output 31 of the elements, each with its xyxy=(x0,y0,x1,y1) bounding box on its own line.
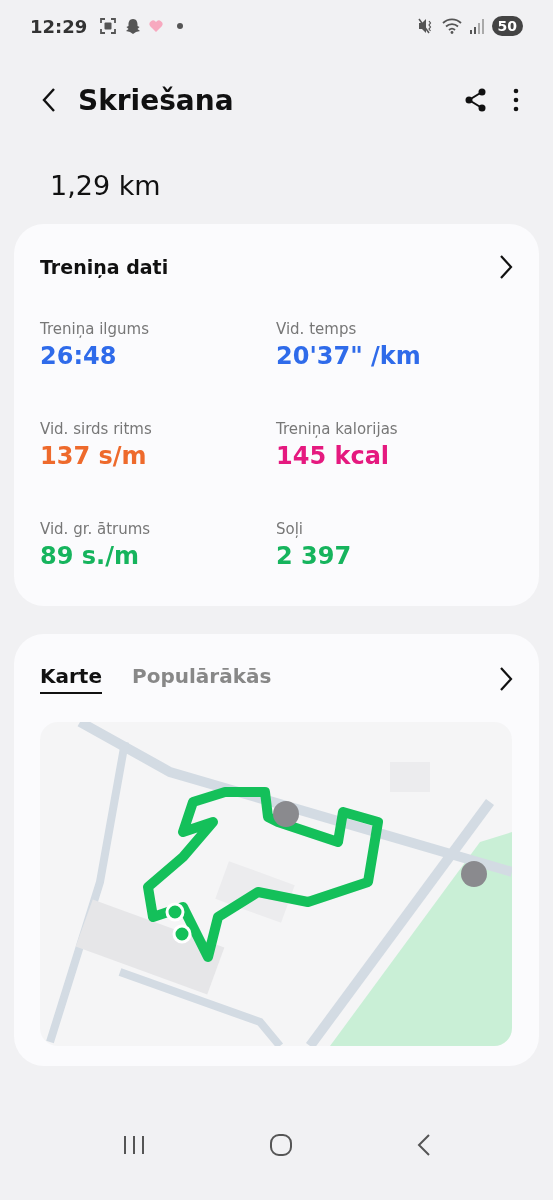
stat-value: 145 kcal xyxy=(276,442,391,470)
battery-level: 50 xyxy=(491,16,523,36)
stat-label: Vid. sirds ritms xyxy=(40,420,153,438)
signal-icon xyxy=(469,18,484,34)
stat-label: Treniņa kalorijas xyxy=(276,420,399,438)
stat-value: 89 s./m xyxy=(40,542,140,570)
chevron-right-icon[interactable] xyxy=(499,254,513,280)
stat-label: Soļi xyxy=(276,520,305,538)
stat-value: 2 397 xyxy=(276,542,353,570)
distance-value: 1,29 km xyxy=(49,169,162,203)
ghost-icon xyxy=(125,17,142,35)
chevron-right-icon[interactable] xyxy=(499,666,513,692)
dot-icon xyxy=(177,23,184,29)
back-nav-icon[interactable] xyxy=(417,1133,432,1157)
stat-value: 20'37" /km xyxy=(276,342,422,370)
more-icon[interactable] xyxy=(513,88,519,112)
recent-apps-icon[interactable] xyxy=(121,1135,146,1155)
mute-icon xyxy=(417,18,434,34)
tab[interactable]: Karte xyxy=(40,664,102,694)
screenshot-icon xyxy=(99,17,118,35)
page-title: Skriešana xyxy=(78,83,234,117)
wifi-icon xyxy=(441,18,462,34)
stat-value: 137 s/m xyxy=(40,442,148,470)
heart-icon xyxy=(149,20,164,32)
stat-label: Vid. temps xyxy=(276,320,358,338)
stat-label: Treniņa ilgums xyxy=(40,320,150,338)
status-time: 12:29 xyxy=(30,15,88,37)
home-icon[interactable] xyxy=(269,1133,294,1157)
stat-label: Vid. gr. ātrums xyxy=(40,520,152,538)
stat-value: 26:48 xyxy=(40,342,118,370)
card-title: Treniņa dati xyxy=(40,256,169,278)
